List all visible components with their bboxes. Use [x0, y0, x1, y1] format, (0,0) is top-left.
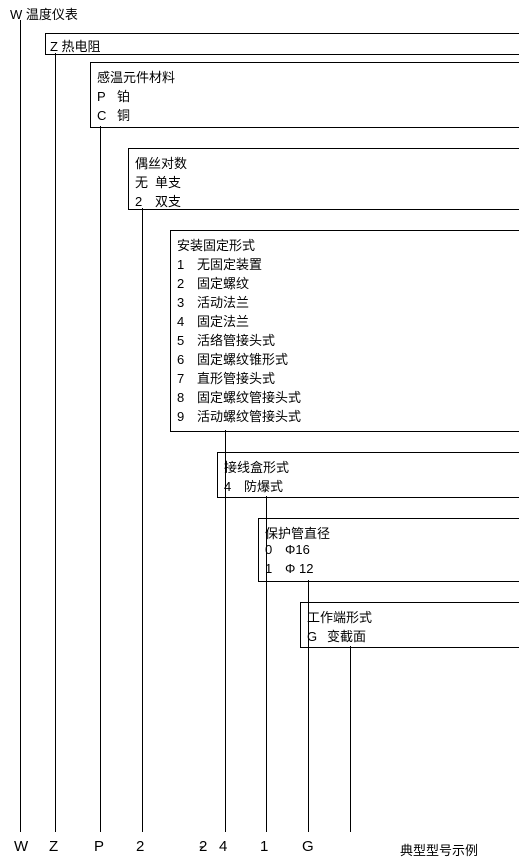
option-title: 偶丝对数 — [135, 153, 187, 172]
option-code: P — [97, 89, 117, 104]
option-code: 无 — [135, 172, 155, 191]
level-box-l5: 接线盒形式4防爆式 — [217, 452, 519, 498]
option-row: 8固定螺纹管接头式 — [177, 387, 301, 406]
option-code: 4 — [177, 314, 197, 329]
option-desc: 双支 — [155, 194, 181, 209]
option-row: 无单支 — [135, 172, 181, 191]
option-code: 7 — [177, 371, 197, 386]
model-symbol-l8: G — [302, 838, 314, 855]
option-desc: 活络管接头式 — [197, 333, 275, 348]
connector-line-l4 — [142, 208, 143, 832]
option-code: C — [97, 108, 117, 123]
level-box-l2: 感温元件材料P铂C铜 — [90, 62, 519, 128]
option-desc: 单支 — [155, 175, 181, 190]
option-code: 5 — [177, 333, 197, 348]
level-box-l7: 工作端形式G变截面 — [300, 602, 519, 648]
option-code: 4 — [224, 479, 244, 494]
model-symbol-l3: P — [94, 838, 104, 855]
level-box-l3: 偶丝对数无单支2双支 — [128, 148, 519, 210]
connector-line-l6 — [266, 496, 267, 832]
option-desc: 活动螺纹管接头式 — [197, 409, 301, 424]
option-desc: 无固定装置 — [197, 257, 262, 272]
option-title: 接线盒形式 — [224, 457, 289, 476]
option-row: 1Φ 12 — [265, 561, 313, 576]
option-desc: 直形管接头式 — [197, 371, 275, 386]
option-code: 9 — [177, 409, 197, 424]
option-row: 7直形管接头式 — [177, 368, 275, 387]
level-title-l2: Z 热电阻 — [50, 36, 101, 55]
option-row: 5活络管接头式 — [177, 330, 275, 349]
connector-line-l1 — [20, 20, 21, 832]
option-row: 0Φ16 — [265, 542, 310, 557]
option-desc: Φ16 — [285, 542, 310, 557]
option-desc: 变截面 — [327, 629, 366, 644]
option-code: G — [307, 629, 327, 644]
option-desc: 防爆式 — [244, 479, 283, 494]
model-symbol-l6: 4 — [219, 838, 227, 855]
option-desc: 固定法兰 — [197, 314, 249, 329]
option-code: 2 — [177, 276, 197, 291]
option-code: 1 — [265, 561, 285, 576]
option-row: 2固定螺纹 — [177, 273, 249, 292]
option-row: 1无固定装置 — [177, 254, 262, 273]
option-desc: 活动法兰 — [197, 295, 249, 310]
option-row: 9活动螺纹管接头式 — [177, 406, 301, 425]
option-desc: 固定螺纹 — [197, 276, 249, 291]
footer-label: 典型型号示例 — [400, 840, 478, 859]
option-row: 4固定法兰 — [177, 311, 249, 330]
connector-line-l2 — [55, 53, 56, 832]
level-box-l6: 保护管直径0Φ161Φ 12 — [258, 518, 519, 582]
option-code: 2 — [135, 194, 155, 209]
connector-line-l5 — [225, 430, 226, 832]
option-title: 安装固定形式 — [177, 235, 255, 254]
option-desc: 固定螺纹管接头式 — [197, 390, 301, 405]
option-row: G变截面 — [307, 626, 366, 645]
level-box-l1 — [45, 33, 519, 55]
option-row: P铂 — [97, 86, 130, 105]
option-code: 3 — [177, 295, 197, 310]
option-row: C铜 — [97, 105, 130, 124]
model-symbol-l2: Z — [49, 838, 58, 855]
model-symbol-l7: 1 — [260, 838, 268, 855]
option-row: 3活动法兰 — [177, 292, 249, 311]
option-row: 6固定螺纹锥形式 — [177, 349, 288, 368]
option-code: 6 — [177, 352, 197, 367]
option-desc: 铜 — [117, 108, 130, 123]
option-code: 0 — [265, 542, 285, 557]
option-title: 保护管直径 — [265, 523, 330, 542]
option-desc: 铂 — [117, 89, 130, 104]
level-box-l4: 安装固定形式1无固定装置2固定螺纹3活动法兰4固定法兰5活络管接头式6固定螺纹锥… — [170, 230, 519, 432]
model-symbol-l4: 2 — [136, 838, 144, 855]
option-desc: 固定螺纹锥形式 — [197, 352, 288, 367]
connector-line-l7 — [308, 580, 309, 832]
option-code: 1 — [177, 257, 197, 272]
option-title: 工作端形式 — [307, 607, 372, 626]
option-title: 感温元件材料 — [97, 67, 175, 86]
model-symbol-l5: 2 — [199, 838, 207, 855]
option-row: 4防爆式 — [224, 476, 283, 495]
model-symbol-l1: W — [14, 838, 28, 855]
connector-line-l8 — [350, 646, 351, 832]
connector-line-l3 — [100, 126, 101, 832]
option-code: 8 — [177, 390, 197, 405]
option-desc: Φ 12 — [285, 561, 313, 576]
